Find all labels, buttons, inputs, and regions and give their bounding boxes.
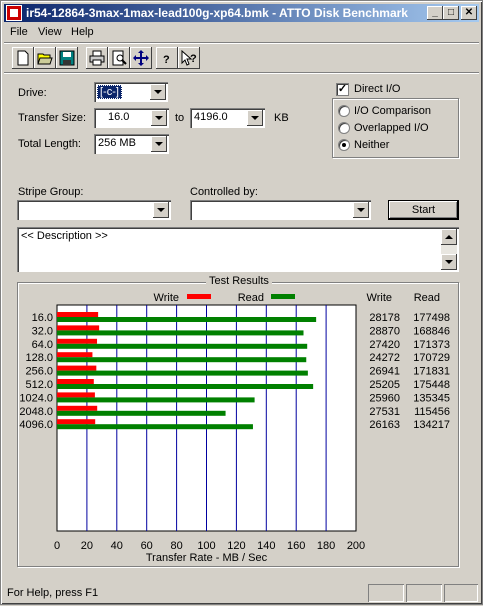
status-cell-2: [406, 584, 442, 602]
context-help-button[interactable]: ?: [178, 47, 200, 69]
to-label: to: [175, 112, 185, 124]
neither-label: Neither: [354, 139, 390, 151]
window-title: ir54-12864-3max-1max-lead100g-xp64.bmk -…: [26, 6, 408, 20]
scroll-down-icon[interactable]: [441, 254, 457, 270]
transfer-size-to-value: 4196.0: [194, 111, 228, 123]
description-text: << Description >>: [21, 230, 108, 242]
transfer-to-dropdown-icon[interactable]: [247, 110, 263, 126]
help-button[interactable]: ?: [156, 47, 178, 69]
overlapped-io-label: Overlapped I/O: [354, 122, 429, 134]
transfer-from-dropdown-icon[interactable]: [151, 110, 167, 126]
controlled-by-select[interactable]: [190, 200, 371, 220]
move-button[interactable]: [130, 47, 152, 69]
drive-value: [-c-]: [97, 85, 122, 99]
status-bar: For Help, press F1: [4, 584, 479, 602]
transfer-size-to-select[interactable]: 4196.0: [190, 108, 265, 128]
save-icon: [59, 50, 75, 66]
menu-divider: [4, 42, 479, 44]
print-icon: [89, 50, 105, 66]
drive-dropdown-icon[interactable]: [150, 84, 166, 100]
menu-help[interactable]: Help: [71, 26, 94, 38]
open-button[interactable]: [34, 47, 56, 69]
svg-text:?: ?: [190, 53, 197, 65]
context-help-icon: ?: [181, 50, 197, 66]
stripe-group-select[interactable]: [17, 200, 171, 220]
direct-io-label: Direct I/O: [354, 83, 401, 95]
io-comparison-label: I/O Comparison: [354, 105, 432, 117]
description-textarea[interactable]: << Description >>: [17, 227, 459, 272]
print-button[interactable]: [86, 47, 108, 69]
save-button[interactable]: [56, 47, 78, 69]
transfer-size-label: Transfer Size:: [18, 112, 87, 124]
svg-text:?: ?: [163, 54, 170, 66]
minimize-button[interactable]: _: [427, 6, 443, 20]
new-icon: [17, 50, 29, 66]
test-results-group: [17, 282, 459, 567]
toolbar-divider: [4, 72, 479, 74]
new-button[interactable]: [12, 47, 34, 69]
menu-file[interactable]: File: [10, 26, 28, 38]
total-length-value: 256 MB: [98, 137, 136, 149]
open-icon: [37, 53, 53, 65]
print-preview-button[interactable]: [108, 47, 130, 69]
close-button[interactable]: ✕: [461, 6, 477, 20]
drive-select[interactable]: [-c-]: [94, 82, 168, 102]
controlled-by-dropdown-icon[interactable]: [353, 202, 369, 218]
status-text: For Help, press F1: [7, 587, 99, 599]
status-cell-3: [444, 584, 478, 602]
total-length-select[interactable]: 256 MB: [94, 134, 169, 154]
scroll-up-icon[interactable]: [441, 229, 457, 245]
direct-io-checkbox[interactable]: ✓: [336, 83, 349, 96]
help-icon: ?: [163, 54, 170, 66]
stripe-group-dropdown-icon[interactable]: [153, 202, 169, 218]
start-button-label: Start: [411, 204, 436, 216]
status-cell-1: [368, 584, 404, 602]
start-button[interactable]: Start: [388, 200, 459, 220]
app-window: ir54-12864-3max-1max-lead100g-xp64.bmk -…: [0, 0, 483, 605]
total-length-label: Total Length:: [18, 138, 81, 150]
title-bar[interactable]: ir54-12864-3max-1max-lead100g-xp64.bmk -…: [4, 4, 479, 22]
drive-label: Drive:: [18, 87, 47, 99]
transfer-size-from-select[interactable]: 16.0: [94, 108, 169, 128]
menu-bar: File View Help: [4, 23, 479, 41]
controlled-by-label: Controlled by:: [190, 186, 258, 198]
overlapped-io-radio[interactable]: [338, 122, 350, 134]
test-results-title: Test Results: [206, 275, 272, 287]
io-comparison-radio[interactable]: [338, 105, 350, 117]
menu-view[interactable]: View: [38, 26, 62, 38]
print-preview-icon: [112, 50, 127, 66]
total-length-dropdown-icon[interactable]: [151, 136, 167, 152]
move-icon: [133, 50, 149, 66]
app-icon[interactable]: [6, 5, 22, 21]
kb-label: KB: [274, 112, 289, 124]
description-scrollbar[interactable]: [441, 229, 457, 270]
stripe-group-label: Stripe Group:: [18, 186, 84, 198]
maximize-button[interactable]: □: [443, 6, 459, 20]
toolbar: ? ?: [4, 45, 479, 71]
transfer-size-from-value: 16.0: [108, 111, 130, 123]
neither-radio[interactable]: [338, 139, 350, 151]
